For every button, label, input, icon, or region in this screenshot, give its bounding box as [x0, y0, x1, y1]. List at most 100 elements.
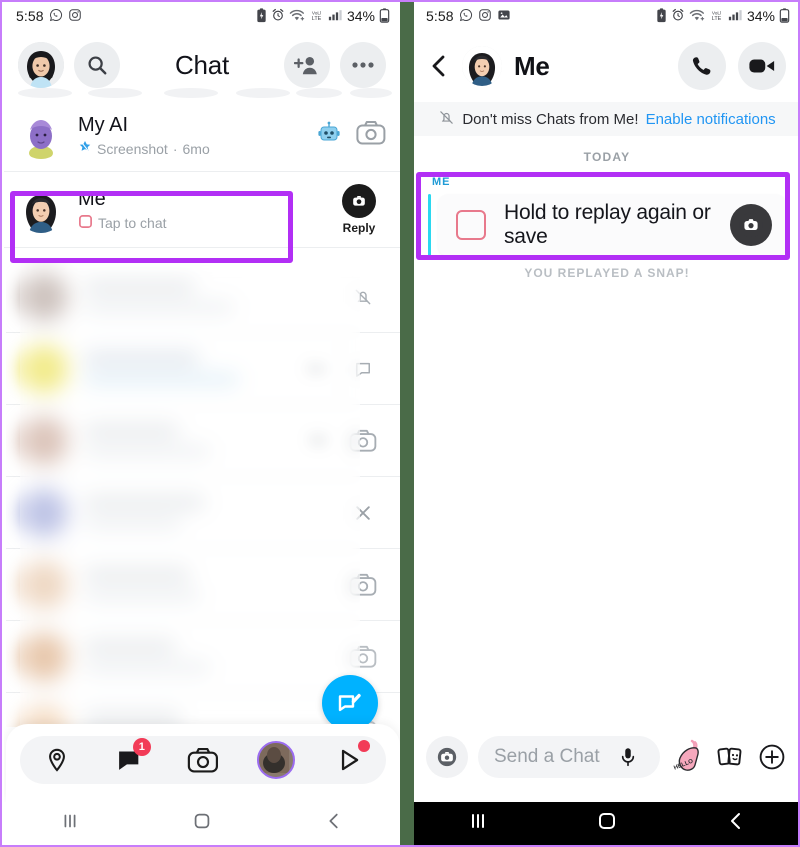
- stories-avatar: [257, 741, 296, 779]
- new-chat-button[interactable]: [322, 675, 378, 731]
- camera-icon[interactable]: [426, 736, 468, 778]
- panel-divider: [400, 2, 414, 845]
- right-status-bar: 5:58 VoLl LTE 34%: [414, 2, 798, 30]
- wifi-icon: [689, 8, 705, 24]
- camera-icon[interactable]: [356, 120, 386, 151]
- hello-sticker-icon[interactable]: HELLO: [670, 739, 704, 775]
- chat-status-line: Screenshot · 6mo: [78, 140, 316, 157]
- chat-list-item-me[interactable]: Me Tap to chat Reply: [4, 172, 400, 248]
- spotlight-dot-badge: [358, 740, 371, 752]
- chat-list-item-my-ai[interactable]: My AI Screenshot · 6mo: [4, 100, 400, 172]
- nav-spotlight[interactable]: [324, 738, 374, 782]
- message-text: Hold to replay again or save: [504, 201, 711, 248]
- battery-icon: [779, 7, 790, 25]
- screenshot-root: 5:58 VoLl LTE 34% Chat My AI Screenshot …: [0, 0, 800, 847]
- more-options-icon[interactable]: [340, 42, 386, 88]
- plus-icon[interactable]: [756, 744, 788, 770]
- add-friend-icon[interactable]: [284, 42, 330, 88]
- bottom-nav-bar: 1: [20, 736, 386, 784]
- me-avatar: [18, 186, 64, 233]
- chat-header: Chat: [4, 30, 400, 100]
- left-system-nav: [4, 802, 400, 845]
- my-ai-row-actions: [316, 120, 386, 151]
- nav-map[interactable]: [32, 738, 82, 782]
- instagram-icon: [68, 8, 82, 24]
- message-row: Hold to replay again or save: [428, 194, 786, 256]
- enable-notifications-banner[interactable]: Don't miss Chats from Me! Enable notific…: [414, 102, 798, 136]
- chat-input-placeholder: Send a Chat: [494, 746, 600, 767]
- whatsapp-icon: [49, 8, 63, 24]
- nav-stories[interactable]: [251, 738, 301, 782]
- chat-status-line: Tap to chat: [78, 214, 332, 232]
- nav-camera[interactable]: [178, 738, 228, 782]
- snap-square-icon: [456, 210, 486, 240]
- conversation-header: Me: [414, 30, 798, 102]
- status-time: 5:58: [16, 8, 44, 24]
- bell-muted-icon: [438, 109, 455, 130]
- wifi-icon: [289, 8, 305, 24]
- reply-label: Reply: [342, 221, 376, 235]
- chat-status-text: Tap to chat: [98, 214, 167, 231]
- my-ai-text-block: My AI Screenshot · 6mo: [78, 114, 316, 157]
- message-accent-bar: [428, 194, 431, 256]
- chat-input-field[interactable]: Send a Chat: [478, 736, 660, 778]
- video-call-icon[interactable]: [738, 42, 786, 90]
- back-icon[interactable]: [323, 810, 345, 837]
- phone-call-icon[interactable]: [678, 42, 726, 90]
- home-icon[interactable]: [191, 810, 213, 837]
- reply-action[interactable]: Reply: [332, 184, 386, 235]
- blurred-chat-list: 1w 5d: [6, 261, 400, 727]
- chat-composer: Send a Chat HELLO: [414, 724, 798, 790]
- camera-filled-icon[interactable]: [730, 204, 772, 246]
- gallery-icon: [497, 8, 511, 24]
- cards-icon[interactable]: [714, 744, 746, 770]
- back-chevron-icon[interactable]: [428, 54, 450, 78]
- replay-status-note: YOU REPLAYED A SNAP!: [524, 266, 690, 280]
- right-system-nav: [414, 802, 798, 845]
- status-left-group: 5:58: [426, 8, 511, 24]
- volte-icon: VoLl LTE: [709, 8, 724, 24]
- battery-saver-icon: [656, 7, 667, 25]
- status-time: 5:58: [426, 8, 454, 24]
- home-icon[interactable]: [595, 809, 619, 838]
- svg-text:LTE: LTE: [312, 16, 322, 22]
- nav-chat[interactable]: 1: [105, 738, 155, 782]
- back-icon[interactable]: [724, 809, 748, 838]
- robot-icon[interactable]: [316, 120, 342, 151]
- volte-icon: VoLl LTE: [309, 8, 324, 24]
- search-icon[interactable]: [74, 42, 120, 88]
- snap-message-bubble[interactable]: Hold to replay again or save: [438, 194, 786, 256]
- signal-icon: [728, 8, 742, 24]
- battery-percent: 34%: [346, 8, 375, 24]
- me-text-block: Me Tap to chat: [78, 188, 332, 232]
- profile-avatar[interactable]: [18, 42, 64, 88]
- recents-icon[interactable]: [466, 809, 490, 838]
- microphone-icon[interactable]: [612, 746, 644, 768]
- right-phone-panel: 5:58 VoLl LTE 34% Me Don't miss Chats fr…: [414, 2, 798, 845]
- recents-icon[interactable]: [59, 810, 81, 837]
- chat-badge: 1: [132, 738, 151, 756]
- privacy-blur-overlay: [20, 261, 360, 727]
- svg-text:LTE: LTE: [712, 16, 722, 22]
- message-sender-label: ME: [432, 176, 451, 188]
- enable-notifications-link[interactable]: Enable notifications: [646, 111, 776, 128]
- screenshot-icon: [78, 140, 92, 157]
- status-right-group: VoLl LTE 34%: [256, 7, 390, 25]
- whatsapp-icon: [459, 8, 473, 24]
- day-divider: TODAY: [583, 150, 631, 164]
- chat-status-text: Screenshot: [97, 140, 168, 157]
- conversation-avatar[interactable]: [462, 46, 502, 86]
- alarm-icon: [271, 8, 285, 24]
- chat-timestamp: 6mo: [182, 140, 210, 157]
- notification-banner-text: Don't miss Chats from Me!: [462, 110, 639, 128]
- my-ai-avatar: [18, 113, 64, 159]
- snap-square-icon: [78, 214, 93, 232]
- chat-status-separator: ·: [172, 140, 178, 157]
- battery-icon: [379, 7, 390, 25]
- alarm-icon: [671, 8, 685, 24]
- status-right-group: VoLl LTE 34%: [656, 7, 790, 25]
- page-title: Chat: [174, 49, 230, 80]
- left-phone-panel: 5:58 VoLl LTE 34% Chat My AI Screenshot …: [4, 2, 400, 845]
- status-left-group: 5:58: [16, 8, 82, 24]
- battery-saver-icon: [256, 7, 267, 25]
